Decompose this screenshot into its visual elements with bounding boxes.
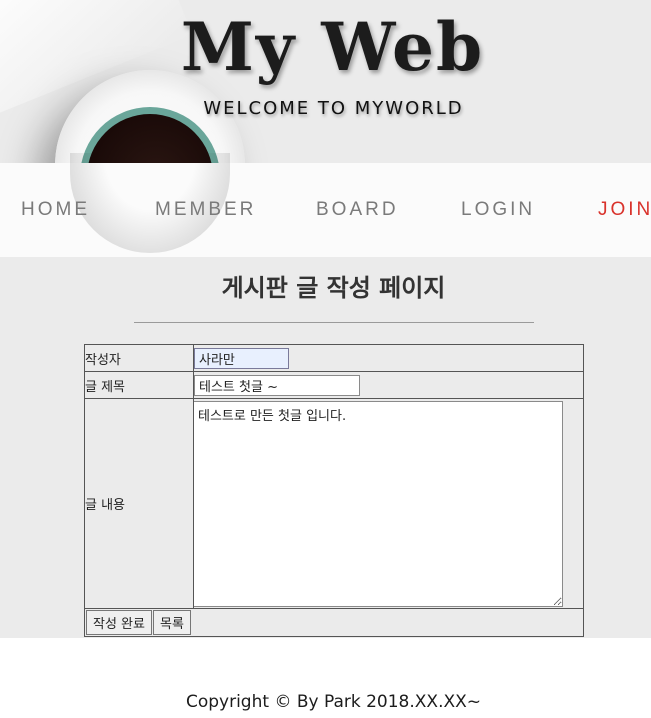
title-cell: [193, 371, 584, 399]
copyright-text: Copyright © By Park 2018.XX.XX~: [185, 692, 482, 712]
nav-board[interactable]: BOARD: [316, 199, 399, 221]
site-subtitle: WELCOME TO MYWORLD: [203, 98, 464, 119]
main-nav: HOME MEMBER BOARD LOGIN JOIN: [0, 153, 651, 257]
heading-divider: [134, 322, 534, 323]
site-title: My Web: [180, 8, 485, 86]
nav-login[interactable]: LOGIN: [461, 199, 535, 221]
author-label: 작성자: [84, 344, 194, 372]
content-label: 글 내용: [84, 398, 194, 609]
title-input[interactable]: [194, 374, 360, 396]
page-title: 게시판 글 작성 페이지: [221, 274, 446, 302]
site-header: My Web WELCOME TO MYWORLD: [0, 0, 651, 163]
list-button[interactable]: 목록: [152, 610, 191, 635]
nav-member[interactable]: MEMBER: [155, 199, 256, 221]
content-textarea[interactable]: 테스트로 만든 첫글 입니다.: [193, 400, 563, 607]
nav-join[interactable]: JOIN: [598, 199, 651, 221]
submit-button[interactable]: 작성 완료: [86, 610, 152, 635]
button-row: 작성 완료 목록: [84, 608, 584, 637]
nav-home[interactable]: HOME: [21, 199, 90, 221]
write-form: 작성자 글 제목 글 내용 테스트로 만든 첫글 입니다. 작성 완료목록: [84, 344, 584, 637]
author-input[interactable]: [194, 347, 289, 369]
author-cell: [193, 344, 584, 372]
title-label: 글 제목: [84, 371, 194, 399]
content-cell: 테스트로 만든 첫글 입니다.: [193, 398, 584, 609]
